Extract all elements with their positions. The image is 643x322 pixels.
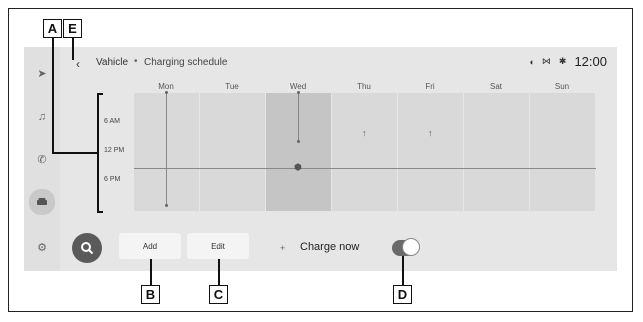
day-label-thu: Thu — [357, 82, 371, 91]
leader-line-a-horizontal — [52, 152, 98, 154]
phone-icon[interactable]: ✆ — [30, 147, 54, 171]
vehicle-icon[interactable] — [29, 189, 55, 215]
day-column-sun — [530, 93, 596, 211]
add-button[interactable]: Add — [119, 233, 181, 259]
charge-now-plus-icon: + — [280, 243, 286, 253]
breadcrumb-vehicle[interactable]: Vahicle — [96, 57, 128, 68]
callout-c: C — [209, 285, 228, 304]
charge-pin-icon: ⬢ — [294, 162, 302, 172]
leader-line-b — [150, 259, 152, 285]
schedule-end-dot-wed — [297, 140, 300, 143]
day-label-fri: Fri — [425, 82, 435, 91]
time-axis-bracket-top — [97, 93, 103, 95]
schedule-end-dot-mon — [165, 204, 168, 207]
charge-now-toggle[interactable] — [392, 238, 420, 256]
search-button[interactable] — [72, 233, 102, 263]
schedule-bar-mon[interactable] — [166, 93, 167, 205]
breadcrumb-charging-schedule: Charging schedule — [144, 57, 228, 68]
schedule-start-dot-wed — [297, 91, 300, 94]
schedule-bar-wed[interactable] — [298, 93, 299, 141]
leader-line-e — [72, 38, 74, 60]
edit-button[interactable]: Edit — [187, 233, 249, 259]
schedule-grid[interactable] — [134, 93, 596, 211]
day-column-thu[interactable] — [332, 93, 398, 211]
schedule-start-dot-mon — [165, 91, 168, 94]
day-column-fri[interactable] — [398, 93, 464, 211]
callout-a: A — [43, 19, 62, 38]
leader-line-c — [218, 259, 220, 285]
time-axis-bracket — [97, 93, 99, 212]
schedule-marker-fri[interactable]: ↑ — [428, 128, 433, 138]
mic-off-icon: ◖ — [528, 56, 534, 67]
day-label-sun: Sun — [554, 82, 570, 91]
current-time-line — [134, 168, 596, 169]
callout-d: D — [393, 285, 412, 304]
day-column-sat[interactable] — [464, 93, 530, 211]
time-axis-bracket-bottom — [97, 211, 103, 213]
leader-line-a — [52, 38, 54, 152]
day-column-tue[interactable] — [200, 93, 266, 211]
time-label-12pm: 12 PM — [104, 147, 125, 154]
time-label-6pm: 6 PM — [104, 176, 121, 183]
day-label-tue: Tue — [225, 82, 239, 91]
clock: 12:00 — [574, 54, 607, 69]
top-bar: ‹ Vahicle • Charging schedule ◖ ⋈ ✱ 12:0… — [60, 47, 617, 79]
schedule-marker-thu[interactable]: ↑ — [362, 128, 367, 138]
callout-b: B — [141, 285, 160, 304]
day-column-wed[interactable] — [266, 93, 332, 211]
status-area: ◖ ⋈ ✱ 12:00 — [528, 54, 607, 69]
day-label-wed: Wed — [289, 82, 307, 91]
settings-icon[interactable]: ⚙ — [30, 235, 54, 259]
breadcrumb-separator: • — [134, 56, 138, 67]
bluetooth-icon: ✱ — [558, 56, 567, 66]
toggle-knob — [402, 238, 420, 256]
search-icon — [81, 242, 94, 255]
charging-schedule-screen: ➤ ♫ ✆ ⚙ ‹ Vahicle • Charging schedule ◖ … — [24, 47, 617, 271]
music-icon[interactable]: ♫ — [30, 105, 54, 129]
navigation-icon[interactable]: ➤ — [30, 61, 54, 85]
day-label-mon: Mon — [158, 82, 174, 91]
signal-icon: ⋈ — [541, 56, 551, 66]
day-label-sat: Sat — [489, 82, 502, 91]
leader-line-d — [402, 256, 404, 285]
time-label-6am: 6 AM — [104, 118, 120, 125]
charge-now-label: Charge now — [300, 241, 360, 253]
callout-e: E — [63, 19, 82, 38]
day-column-mon[interactable] — [134, 93, 200, 211]
sidebar: ➤ ♫ ✆ ⚙ — [24, 47, 60, 271]
back-chevron-icon[interactable]: ‹ — [76, 57, 80, 71]
